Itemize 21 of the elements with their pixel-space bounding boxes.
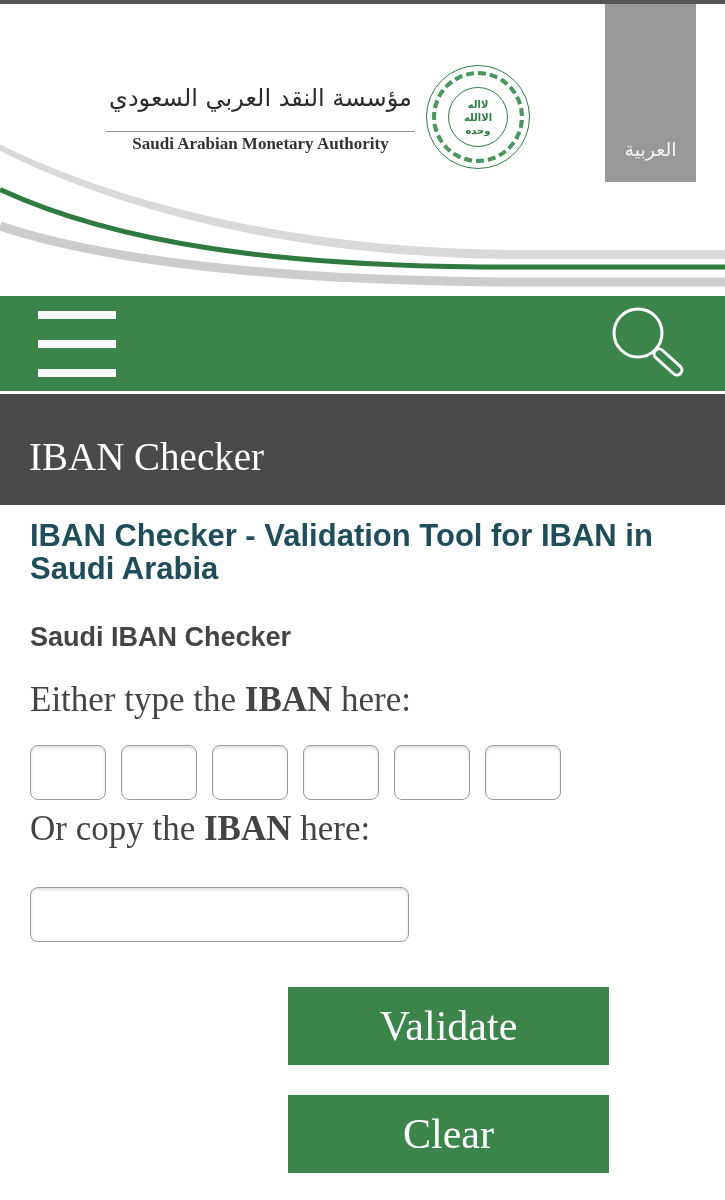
section-subheading: Saudi IBAN Checker xyxy=(30,622,292,652)
clear-button[interactable]: Clear xyxy=(288,1095,609,1173)
iban-segment-field[interactable] xyxy=(303,745,379,800)
language-link[interactable]: العربية xyxy=(605,4,696,182)
iban-segment-field[interactable] xyxy=(212,745,288,800)
iban-segment-field[interactable] xyxy=(485,745,561,800)
validate-button[interactable]: Validate xyxy=(288,987,609,1065)
menu-icon[interactable] xyxy=(38,310,116,377)
logo-english-name: Saudi Arabian Monetary Authority xyxy=(131,133,390,155)
page-title: IBAN Checker xyxy=(29,434,265,480)
iban-segment-field[interactable] xyxy=(394,745,470,800)
iban-field[interactable] xyxy=(30,887,409,942)
emblem-text: وحده xyxy=(465,123,491,137)
emblem-text: لااله xyxy=(467,97,489,111)
iban-segment-field[interactable] xyxy=(30,745,106,800)
logo-arabic-name: مؤسسة النقد العربي السعودي xyxy=(108,83,413,114)
iban-segment-field[interactable] xyxy=(121,745,197,800)
type-iban-label: Either type the IBAN here: xyxy=(30,680,412,720)
copy-iban-label: Or copy the IBAN here: xyxy=(30,809,371,849)
emblem-text: الاالله xyxy=(463,110,493,124)
page-heading: IBAN Checker - Validation Tool for IBAN in Saudi Arabia xyxy=(30,519,654,585)
